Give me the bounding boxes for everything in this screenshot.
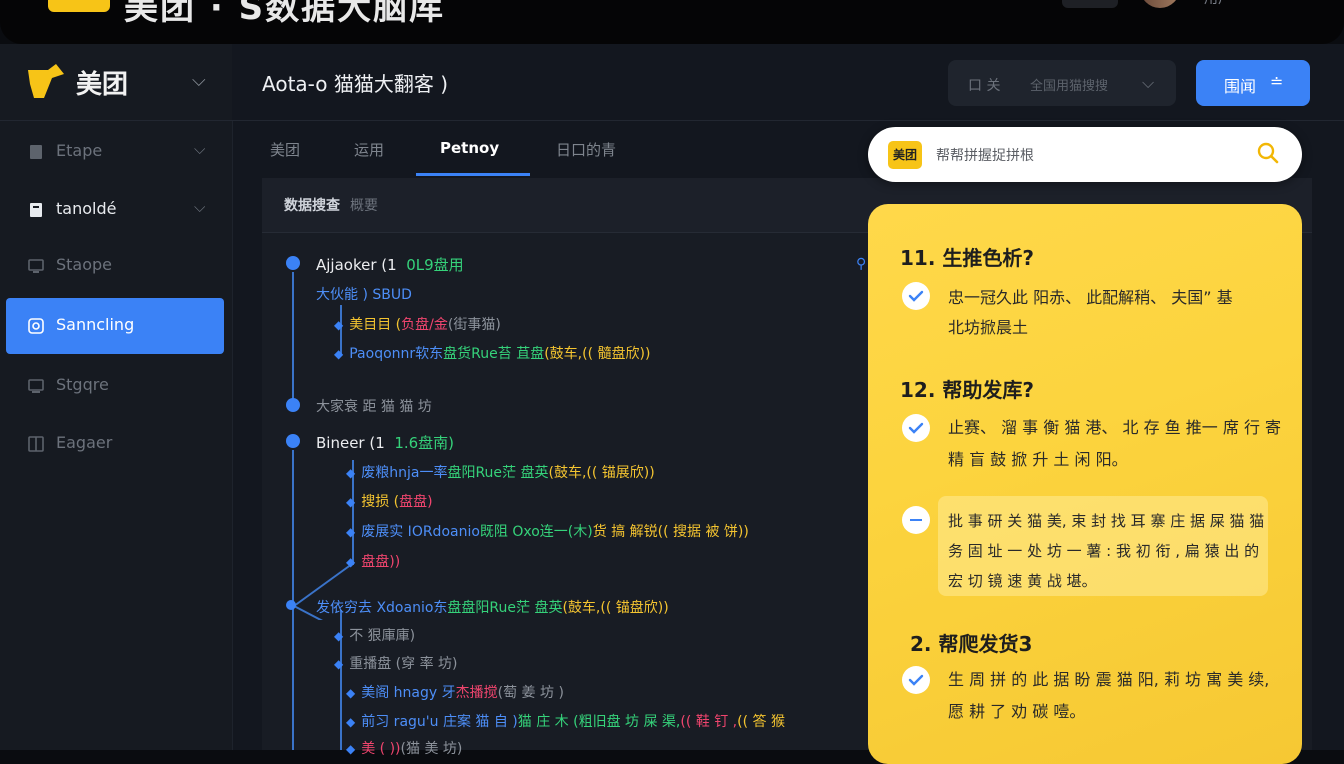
tab-petnoy[interactable]: Petnoy: [440, 139, 499, 157]
sidebar-item-tanolde[interactable]: tanoldé ⌵: [6, 182, 224, 238]
tree-node[interactable]: ◆ 搜损 (盘盘): [346, 491, 433, 511]
monitor-icon: [28, 259, 44, 273]
sidebar-item-label: Etape: [56, 141, 103, 160]
top-action-button[interactable]: [1062, 0, 1118, 8]
tree-node-dot[interactable]: [286, 600, 296, 610]
tree-node[interactable]: ◆ 前习 ragu'u 庄案 猫 自 )猫 庄 木 (粗旧盘 坊 屎 渠,(( 鞋…: [346, 711, 785, 731]
user-name: 用户: [1204, 0, 1232, 8]
sidebar-item-label: Sanncling: [56, 315, 135, 334]
sidebar-item-stgqre[interactable]: Stgqre: [6, 358, 224, 414]
brand-logo-top: [48, 0, 110, 12]
search-input[interactable]: 帮帮拼握捉拼根: [936, 145, 1034, 165]
tree-node[interactable]: 大伙能 ) SBUD: [316, 284, 412, 304]
sidebar: 美团 ⌵ Etape ⌵ tanoldé ⌵ Staope Sanncling …: [0, 44, 233, 750]
faq-note-line: 批 事 研 关 猫 美, 束 封 找 耳 寨 庄 据 屎 猫 猫: [948, 512, 1265, 530]
window-title: 美团 · S数据大脑库: [124, 0, 446, 28]
active-tab-indicator: [416, 173, 530, 176]
faq-card: 11. 生推色析? 忠一冠久此 阳赤、 此配解稍、 夫国” 基 北坊掀晨土 12…: [868, 204, 1302, 764]
minus-circle-icon[interactable]: [902, 506, 930, 534]
region-select[interactable]: 口 关 全国用猫搜搜 ⌵: [948, 60, 1176, 106]
tab-yunyong[interactable]: 运用: [354, 139, 384, 160]
tree-node[interactable]: ◆ 美阁 hnagy 牙杰播搅(萄 姜 坊 ): [346, 682, 564, 702]
tree-node[interactable]: ◆ 美目目 (负盘/金(街事猫): [334, 314, 501, 334]
tree-node[interactable]: 发依穷去 Xdoanio东盘盘阳Rue茫 盘英(鼓车,(( 锚盘欣)): [316, 597, 669, 617]
chevron-down-icon[interactable]: ⌵: [192, 70, 206, 91]
faq-answer-line: 精 盲 鼓 掀 升 土 闲 阳。: [948, 450, 1128, 469]
sidebar-item-staope[interactable]: Staope: [6, 238, 224, 294]
meituan-logo-icon: [28, 64, 64, 98]
faq-question-title: 2. 帮爬发货3: [910, 632, 1033, 656]
sidebar-item-sanncling[interactable]: Sanncling: [6, 298, 224, 354]
chevron-down-icon: ⌵: [194, 140, 206, 158]
brand-header[interactable]: 美团 ⌵: [0, 44, 232, 121]
tree-node[interactable]: ◆ 美 ( ))(猫 美 坊): [346, 738, 462, 758]
primary-action-button[interactable]: 围闻 ≐: [1196, 60, 1310, 106]
link-icon[interactable]: ⚲: [856, 256, 866, 272]
faq-note-line: 宏 切 镜 速 黄 战 堪。: [948, 572, 1097, 590]
search-bar[interactable]: 美团 帮帮拼握捉拼根: [868, 127, 1302, 182]
tree-node-dot[interactable]: [286, 256, 300, 270]
sidebar-item-label: Staope: [56, 255, 113, 274]
tree-node[interactable]: ◆ 废粮hnja一率盘阳Rue茫 盘英(鼓车,(( 锚展欣)): [346, 462, 655, 482]
meituan-logo-icon: 美团: [888, 141, 922, 169]
chevron-down-icon: ⌵: [1142, 73, 1155, 92]
tree-connector: [292, 272, 294, 402]
brand-name: 美团: [76, 70, 129, 100]
sidebar-item-etape[interactable]: Etape ⌵: [6, 124, 224, 180]
search-icon[interactable]: [1256, 141, 1280, 165]
sidebar-item-eagaer[interactable]: Eagaer: [6, 416, 224, 472]
scan-icon: [28, 318, 44, 334]
tree-node[interactable]: ◆ 重播盘 (穿 率 坊): [334, 653, 458, 673]
document-icon: [30, 145, 42, 159]
check-icon: [902, 666, 930, 694]
panel-title: 数据搜查 概要: [284, 198, 378, 214]
tab-rikou[interactable]: 日口的青: [556, 139, 616, 160]
grid-icon: [28, 436, 44, 452]
tree-node[interactable]: ◆ 废展实 IORdoanio既阻 Oxo连一(木)货 搞 解锐(( 搜据 被 饼…: [346, 521, 749, 541]
tree-node[interactable]: ◆ Paoqonnr软东盘货Rue苔 苴盘(鼓车,(( 髓盘欣)): [334, 343, 650, 363]
faq-question-title: 11. 生推色析?: [900, 246, 1034, 270]
sidebar-item-label: tanoldé: [56, 199, 117, 218]
tree-node[interactable]: 大家衰 距 猫 猫 坊: [316, 396, 432, 416]
page-title: Aota-o 猫猫大翻客 ): [262, 72, 449, 96]
select-value: 全国用猫搜搜: [1030, 79, 1109, 94]
select-prefix: 口 关: [968, 78, 1001, 94]
tree-node[interactable]: ◆ 盘盘)): [346, 551, 400, 571]
filter-icon: ≐: [1270, 72, 1284, 91]
check-icon: [902, 282, 930, 310]
file-icon: [30, 203, 42, 217]
faq-question-title: 12. 帮助发库?: [900, 378, 1034, 402]
check-icon: [902, 414, 930, 442]
main-header: Aota-o 猫猫大翻客 ) 口 关 全国用猫搜搜 ⌵ 围闻 ≐: [232, 44, 1344, 121]
faq-note-line: 务 固 址 一 处 坊 一 薯 : 我 初 衔 , 扁 猿 出 的: [948, 542, 1260, 560]
storage-icon: [28, 379, 44, 393]
avatar[interactable]: [1140, 0, 1180, 8]
tree-node[interactable]: Bineer (1 1.6盘南): [316, 432, 454, 453]
tree-node[interactable]: Ajjaoker (1 0L9盘用: [316, 254, 464, 275]
faq-answer-line: 忠一冠久此 阳赤、 此配解稍、 夫国” 基: [948, 288, 1233, 307]
faq-answer-line: 止赛、 溜 事 衡 猫 港、 北 存 鱼 推一 席 行 寄: [948, 418, 1282, 437]
button-label: 围闻: [1224, 77, 1257, 96]
faq-answer-line: 北坊掀晨土: [948, 318, 1029, 337]
tab-bar: 美团 运用 Petnoy 日口的青: [232, 121, 872, 177]
tree-node-dot[interactable]: [286, 434, 300, 448]
chevron-down-icon: ⌵: [194, 198, 206, 216]
tree-node[interactable]: ◆ 不 狠庫庫): [334, 625, 415, 645]
tree-node-dot[interactable]: [286, 398, 300, 412]
faq-answer-line: 生 周 拼 的 此 据 盼 震 猫 阳, 莉 坊 寓 美 续,: [948, 670, 1270, 689]
tab-meituan[interactable]: 美团: [270, 139, 300, 160]
faq-answer-line: 愿 耕 了 劝 碳 噎。: [948, 702, 1086, 721]
window-titlebar: 美团 · S数据大脑库 用户: [0, 0, 1344, 44]
sidebar-item-label: Eagaer: [56, 433, 113, 452]
sidebar-item-label: Stgqre: [56, 375, 109, 394]
